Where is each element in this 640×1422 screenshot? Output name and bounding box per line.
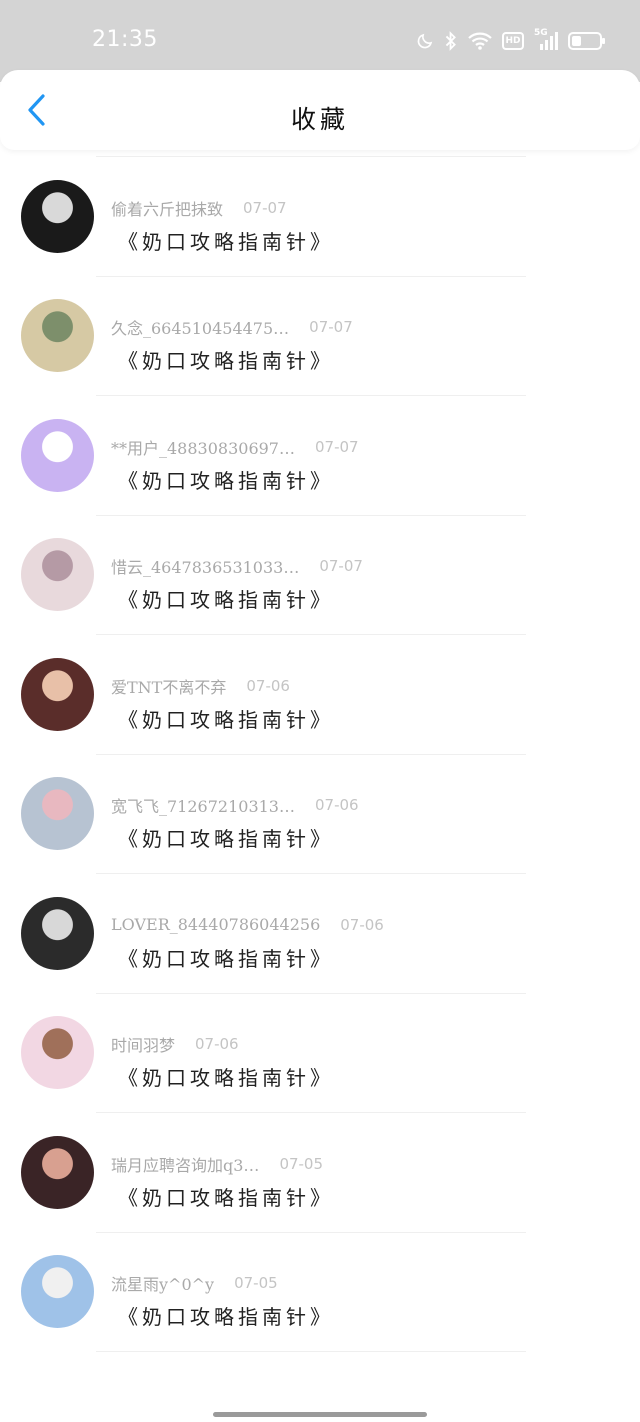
home-indicator[interactable] [213,1412,427,1417]
status-icons: HD 5G [416,28,605,54]
item-meta: 爱TNT不离不弃 07-06 [111,674,290,698]
user-name[interactable]: 瑞月应聘咨询加q3… [111,1152,259,1176]
avatar[interactable] [21,777,94,850]
item-meta: **用户_48830830697… 07-07 [111,435,359,459]
divider [96,1112,526,1113]
divider [96,873,526,874]
user-name[interactable]: 偷着六斤把抹致 [111,196,223,220]
divider [96,275,526,277]
item-meta: 时间羽梦 07-06 [111,1032,239,1056]
item-date: 07-07 [243,198,287,217]
list-item[interactable]: 久念_664510454475… 07-07 《奶口攻略指南针》 [0,279,640,399]
list-item[interactable]: 流星雨y^0^y 07-05 《奶口攻略指南针》 [0,1235,640,1355]
divider [96,1231,526,1233]
avatar[interactable] [21,538,94,611]
divider [96,753,526,755]
item-title[interactable]: 《奶口攻略指南针》 [118,704,334,733]
list-item[interactable]: 宽飞飞_71267210313… 07-06 《奶口攻略指南针》 [0,757,640,877]
item-date: 07-05 [279,1154,324,1173]
list-item[interactable]: 时间羽梦 07-06 《奶口攻略指南针》 [0,996,640,1116]
divider [96,156,526,157]
item-date: 07-06 [314,796,359,814]
divider [96,514,526,516]
divider [96,1351,526,1352]
user-name[interactable]: 惜云_4647836531033… [111,554,299,578]
navigation-header: 收藏 [0,70,640,150]
divider [96,992,526,994]
user-name[interactable]: 爱TNT不离不弃 [111,674,226,698]
signal-5g-icon: 5G [534,28,558,51]
item-title[interactable]: 《奶口攻略指南针》 [118,1182,334,1211]
item-title[interactable]: 《奶口攻略指南针》 [118,943,334,972]
list-item[interactable]: 爱TNT不离不弃 07-06 《奶口攻略指南针》 [0,638,640,758]
hd-icon: HD [502,32,524,50]
battery-level [572,36,581,46]
avatar[interactable] [21,896,94,970]
page-title: 收藏 [290,105,349,134]
avatar[interactable] [21,657,94,731]
bluetooth-icon [444,31,458,51]
avatar[interactable] [21,1135,94,1209]
item-date: 07-06 [340,915,384,934]
wifi-icon [468,32,492,50]
user-name[interactable]: **用户_48830830697… [111,435,295,459]
user-name[interactable]: 宽飞飞_71267210313… [111,793,295,817]
list-item[interactable]: **用户_48830830697… 07-07 《奶口攻略指南针》 [0,399,640,519]
item-title[interactable]: 《奶口攻略指南针》 [118,465,334,494]
item-date: 07-05 [234,1274,278,1292]
avatar[interactable] [21,1255,94,1328]
item-meta: 偷着六斤把抹致 07-07 [111,196,287,220]
item-meta: 宽飞飞_71267210313… 07-06 [111,793,359,817]
item-title[interactable]: 《奶口攻略指南针》 [118,345,334,374]
item-date: 07-07 [309,318,353,336]
user-name[interactable]: 时间羽梦 [111,1032,175,1056]
moon-icon [416,32,434,50]
avatar[interactable] [21,179,94,253]
item-meta: 瑞月应聘咨询加q3… 07-05 [111,1152,323,1176]
status-time: 21:35 [92,27,158,52]
item-meta: 久念_664510454475… 07-07 [111,315,353,339]
favorites-list: 小屁孩猫猫无坐07-07《奶口攻略指南针》偷着六斤把抹致07-07《奶口攻略指南… [0,40,640,1355]
item-date: 07-07 [319,557,363,575]
item-date: 07-07 [314,437,359,456]
user-name[interactable]: LOVER_84440786044256 [111,915,320,934]
item-title[interactable]: 《奶口攻略指南针》 [118,584,334,613]
item-meta: 流星雨y^0^y 07-05 [111,1271,278,1295]
item-date: 07-06 [246,676,290,695]
avatar[interactable] [21,1016,94,1089]
list-item[interactable]: 惜云_4647836531033… 07-07 《奶口攻略指南针》 [0,518,640,638]
item-meta: 惜云_4647836531033… 07-07 [111,554,363,578]
list-item[interactable]: 瑞月应聘咨询加q3… 07-05 《奶口攻略指南针》 [0,1116,640,1236]
list-item[interactable]: LOVER_84440786044256 07-06 《奶口攻略指南针》 [0,877,640,997]
user-name[interactable]: 流星雨y^0^y [111,1271,214,1295]
item-title[interactable]: 《奶口攻略指南针》 [118,1062,334,1091]
divider [96,634,526,635]
item-title[interactable]: 《奶口攻略指南针》 [118,1301,334,1330]
item-title[interactable]: 《奶口攻略指南针》 [118,226,334,255]
list-item[interactable]: 偷着六斤把抹致 07-07 《奶口攻略指南针》 [0,160,640,280]
item-meta: LOVER_84440786044256 07-06 [111,913,384,937]
battery-icon [568,32,605,50]
avatar[interactable] [21,418,94,492]
user-name[interactable]: 久念_664510454475… [111,315,289,339]
divider [96,395,526,396]
avatar[interactable] [21,299,94,372]
item-title[interactable]: 《奶口攻略指南针》 [118,823,334,852]
item-date: 07-06 [195,1035,239,1053]
